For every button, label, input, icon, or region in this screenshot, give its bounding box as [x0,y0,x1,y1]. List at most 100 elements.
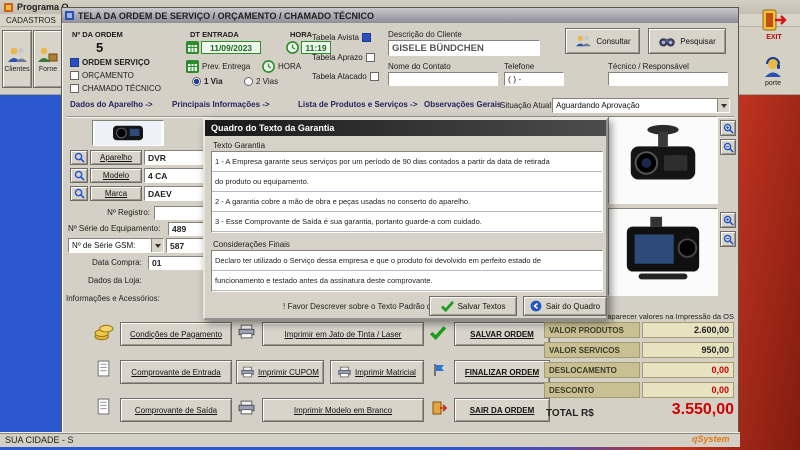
chamado-tecnico-label: CHAMADO TÉCNICO [82,84,161,93]
radio-1-via[interactable]: 1 Via [192,77,223,86]
aparelho-button[interactable]: Aparelho [90,150,142,165]
imprimir-jato-laser-button[interactable]: Imprimir em Jato de Tinta / Laser [262,322,424,346]
toolbar-fornecedores-button[interactable]: Forne [33,30,63,88]
window-titlebar[interactable]: TELA DA ORDEM DE SERVIÇO / ORÇAMENTO / C… [62,8,738,23]
window-title: TELA DA ORDEM DE SERVIÇO / ORÇAMENTO / C… [78,10,375,21]
condicoes-pagamento-button[interactable]: Condições de Pagamento [120,322,232,346]
checkbox-tabela-aprazo[interactable]: Tabela Aprazo [312,53,375,62]
descricao-cliente-value: GISELE BÜNDCHEN [392,42,484,54]
tecnico-input[interactable] [608,72,728,86]
imprimir-modelo-branco-button[interactable]: Imprimir Modelo em Branco [262,398,424,422]
finalizar-ordem-button[interactable]: FINALIZAR ORDEM [454,360,550,384]
tabela-avista-label: Tabela Avista [312,33,359,42]
nome-contato-input[interactable] [388,72,498,86]
toolbar-exit-button[interactable]: EXIT [754,3,794,45]
marca-button[interactable]: Marca [90,186,142,201]
pesquisar-button[interactable]: Pesquisar [648,28,726,54]
printer-icon [338,366,351,378]
parent-statusbar: SUA CIDADE - S qSystem [0,432,740,447]
window-icon [65,11,74,20]
serie-gsm-select[interactable]: Nº de Série GSM: [68,238,164,253]
imprimir-matricial-button[interactable]: Imprimir Matricial [330,360,424,384]
modelo-label: Modelo [102,171,130,180]
coins-icon [94,323,114,341]
imprimir-modelo-branco-label: Imprimir Modelo em Branco [293,405,393,415]
sair-quadro-button[interactable]: Sair do Quadro [523,296,607,316]
sair-ordem-button[interactable]: SAIR DA ORDEM [454,398,550,422]
tab-observacoes-gerais[interactable]: Observações Gerais [424,100,501,109]
checkbox-tabela-atacado[interactable]: Tabela Atacado [312,72,379,81]
imprimir-jato-laser-label: Imprimir em Jato de Tinta / Laser [284,329,402,339]
toolbar-clientes-button[interactable]: Clientes [2,30,32,88]
clients-icon [574,34,592,48]
modelo-button[interactable]: Modelo [90,168,142,183]
photo1-zoom-in-button[interactable] [720,120,736,136]
marca-value: DAEV [148,188,172,199]
checkbox-tabela-atacado-box [369,72,379,81]
device-photo-thumbnail[interactable] [92,120,164,146]
telefone-input[interactable]: ( ) - [504,72,564,86]
situacao-atual-label: Situação Atual: [500,101,554,110]
salvar-textos-button[interactable]: Salvar Textos [429,296,517,316]
photo2-zoom-in-button[interactable] [720,212,736,228]
imprimir-cupom-label: Imprimir CUPOM [258,367,319,377]
consideracoes-line-1: Declaro ter utilizado o Serviço dessa em… [212,251,602,271]
aparelho-value: DVR [148,152,166,163]
parent-app-title: Programa O [17,2,69,12]
calendar-icon [186,41,199,54]
comprovante-entrada-button[interactable]: Comprovante de Entrada [120,360,232,384]
imprimir-cupom-button[interactable]: Imprimir CUPOM [236,360,324,384]
hora-label: HORA [290,30,313,39]
status-city-text: SUA CIDADE - S [5,435,74,445]
garantia-dialog-titlebar[interactable]: Quadro do Texto da Garantia [205,120,606,136]
valor-produtos-label: VALOR PRODUTOS [544,322,640,338]
consideracoes-finais-label: Considerações Finais [213,240,290,249]
tab-dados-aparelho[interactable]: Dados do Aparelho -> [70,100,153,109]
valor-servicos-label: VALOR SERVICOS [544,342,640,358]
checkbox-orcamento-box [70,71,79,80]
binoculars-icon [658,35,676,48]
modelo-search-button[interactable] [70,168,88,183]
consideracoes-textarea[interactable]: Declaro ter utilizado o Serviço dessa em… [211,250,603,292]
radio-2-vias[interactable]: 2 Vias [244,77,278,86]
ordem-servico-label: ORDEM SERVIÇO [82,58,150,67]
check-icon [440,300,454,312]
garantia-line-1: 1 - A Empresa garante seus serviços por … [212,152,602,172]
descricao-cliente-input[interactable]: GISELE BÜNDCHEN [388,40,540,56]
consultar-button[interactable]: Consultar [565,28,640,54]
menu-cadastros[interactable]: CADASTROS [6,16,56,25]
serie-gsm-label: Nº de Série GSM: [72,241,136,250]
toolbar-suporte-button[interactable]: porte [750,50,796,92]
printer-icon [238,324,255,339]
checkbox-chamado-tecnico-box [70,84,79,93]
zoom-in-icon [723,123,734,134]
orcamento-label: ORÇAMENTO [82,71,134,80]
photo2-zoom-out-button[interactable] [720,231,736,247]
nome-contato-label: Nome do Contato [388,62,451,71]
tab-lista-produtos-servicos[interactable]: Lista de Produtos e Serviços -> [298,100,417,109]
checkbox-orcamento[interactable]: ORÇAMENTO [70,71,134,80]
deslocamento-label: DESLOCAMENTO [544,362,640,378]
pesquisar-label: Pesquisar [680,36,716,46]
tab-principais-informacoes[interactable]: Principais Informações -> [172,100,270,109]
texto-garantia-textarea[interactable]: 1 - A Empresa garante seus serviços por … [211,151,603,233]
dados-loja-label: Dados da Loja: [88,276,142,285]
checkbox-chamado-tecnico[interactable]: CHAMADO TÉCNICO [70,84,161,93]
garantia-line-3: 2 - A garantia cobre a mão de obra e peç… [212,192,602,212]
checkbox-tabela-aprazo-box [365,53,375,62]
photo1-zoom-out-button[interactable] [720,139,736,155]
parent-app-icon [4,2,13,12]
salvar-ordem-label: SALVAR ORDEM [470,329,534,339]
zoom-out-icon [723,234,734,245]
salvar-ordem-button[interactable]: SALVAR ORDEM [454,322,550,346]
via-2-label: 2 Vias [256,77,279,86]
marca-search-button[interactable] [70,186,88,201]
dt-entrada-field[interactable]: 11/09/2023 [201,41,261,54]
aparelho-search-button[interactable] [70,150,88,165]
modelo-value: 4 CA [148,170,168,181]
checkbox-ordem-servico[interactable]: ORDEM SERVIÇO [70,58,150,67]
product-photo-2 [608,208,718,296]
checkbox-tabela-avista[interactable]: Tabela Avista [312,33,371,42]
comprovante-saida-button[interactable]: Comprovante de Saída [120,398,232,422]
situacao-select[interactable]: Aguardando Aprovação [552,98,730,113]
